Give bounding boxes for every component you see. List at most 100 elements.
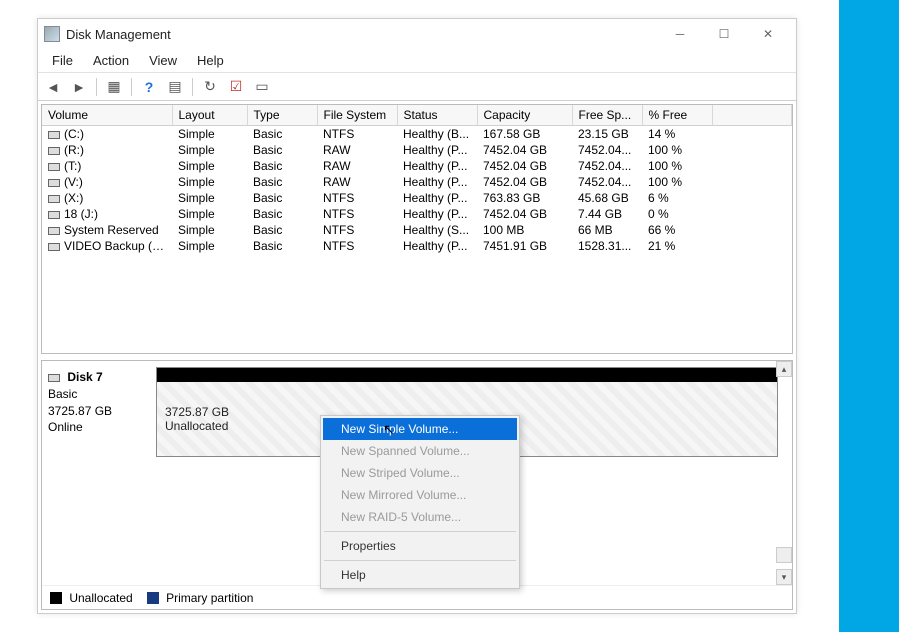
back-button[interactable]: ◄ — [42, 76, 64, 98]
refresh-icon[interactable]: ↻ — [199, 76, 221, 98]
menu-new-simple-volume[interactable]: New Simple Volume... — [323, 418, 517, 440]
volume-icon — [48, 211, 60, 219]
cell-pct: 21 % — [642, 238, 712, 254]
cell-free: 1528.31... — [572, 238, 642, 254]
tree-icon[interactable]: ▦ — [103, 76, 125, 98]
maximize-button[interactable]: ☐ — [702, 20, 746, 48]
menu-view[interactable]: View — [139, 50, 187, 71]
table-header-row: Volume Layout Type File System Status Ca… — [42, 105, 792, 126]
cell-volume: (R:) — [64, 143, 84, 157]
context-menu: New Simple Volume... New Spanned Volume.… — [320, 415, 520, 589]
volume-table: Volume Layout Type File System Status Ca… — [42, 105, 792, 254]
toggle-icon[interactable]: ☑ — [225, 76, 247, 98]
cell-volume: VIDEO Backup (K:) — [64, 239, 167, 253]
cell-fs: RAW — [317, 158, 397, 174]
cell-status: Healthy (P... — [397, 158, 477, 174]
cell-free: 7452.04... — [572, 158, 642, 174]
cell-free: 7452.04... — [572, 142, 642, 158]
cell-pct: 100 % — [642, 174, 712, 190]
help-icon[interactable]: ? — [138, 76, 160, 98]
table-row[interactable]: (X:)SimpleBasicNTFSHealthy (P...763.83 G… — [42, 190, 792, 206]
cell-status: Healthy (S... — [397, 222, 477, 238]
cell-status: Healthy (P... — [397, 174, 477, 190]
disk-label-block: Disk 7 Basic 3725.87 GB Online — [48, 367, 148, 457]
cell-fs: NTFS — [317, 126, 397, 143]
cell-layout: Simple — [172, 174, 247, 190]
volume-icon — [48, 179, 60, 187]
cell-capacity: 100 MB — [477, 222, 572, 238]
cell-type: Basic — [247, 222, 317, 238]
titlebar[interactable]: Disk Management ─ ☐ ✕ — [38, 19, 796, 49]
menu-action[interactable]: Action — [83, 50, 139, 71]
table-row[interactable]: VIDEO Backup (K:)SimpleBasicNTFSHealthy … — [42, 238, 792, 254]
cell-layout: Simple — [172, 142, 247, 158]
menu-help[interactable]: Help — [323, 564, 517, 586]
col-volume[interactable]: Volume — [42, 105, 172, 126]
swatch-primary-icon — [147, 592, 159, 604]
cell-pct: 14 % — [642, 126, 712, 143]
cell-capacity: 167.58 GB — [477, 126, 572, 143]
menu-help[interactable]: Help — [187, 50, 234, 71]
cell-status: Healthy (B... — [397, 126, 477, 143]
menu-new-striped-volume[interactable]: New Striped Volume... — [323, 462, 517, 484]
cell-layout: Simple — [172, 238, 247, 254]
cell-capacity: 7452.04 GB — [477, 206, 572, 222]
scroll-thumb[interactable] — [776, 547, 792, 563]
disk-header-bar — [157, 368, 777, 382]
col-filler — [712, 105, 792, 126]
forward-button[interactable]: ► — [68, 76, 90, 98]
col-type[interactable]: Type — [247, 105, 317, 126]
swatch-unallocated-icon — [50, 592, 62, 604]
disk-name: Disk 7 — [67, 370, 102, 384]
menu-file[interactable]: File — [42, 50, 83, 71]
legend-unallocated: Unallocated — [50, 591, 133, 605]
cell-status: Healthy (P... — [397, 190, 477, 206]
menu-new-mirrored-volume[interactable]: New Mirrored Volume... — [323, 484, 517, 506]
cell-capacity: 763.83 GB — [477, 190, 572, 206]
toolbar: ◄ ► ▦ ? ▤ ↻ ☑ ▭ — [38, 73, 796, 101]
close-button[interactable]: ✕ — [746, 20, 790, 48]
cell-volume: (C:) — [64, 127, 84, 141]
col-freespace[interactable]: Free Sp... — [572, 105, 642, 126]
cell-type: Basic — [247, 190, 317, 206]
cell-free: 45.68 GB — [572, 190, 642, 206]
action-icon[interactable]: ▭ — [251, 76, 273, 98]
volume-icon — [48, 227, 60, 235]
volume-table-area[interactable]: Volume Layout Type File System Status Ca… — [41, 104, 793, 354]
table-row[interactable]: (R:)SimpleBasicRAWHealthy (P...7452.04 G… — [42, 142, 792, 158]
cell-pct: 6 % — [642, 190, 712, 206]
cell-volume: 18 (J:) — [64, 207, 98, 221]
scroll-up-button[interactable]: ▴ — [776, 361, 792, 377]
menu-separator — [324, 531, 516, 532]
cell-volume: System Reserved — [64, 223, 159, 237]
table-row[interactable]: System ReservedSimpleBasicNTFSHealthy (S… — [42, 222, 792, 238]
table-row[interactable]: (C:)SimpleBasicNTFSHealthy (B...167.58 G… — [42, 126, 792, 143]
cell-type: Basic — [247, 142, 317, 158]
cell-fs: NTFS — [317, 238, 397, 254]
table-row[interactable]: (T:)SimpleBasicRAWHealthy (P...7452.04 G… — [42, 158, 792, 174]
cell-pct: 100 % — [642, 142, 712, 158]
col-layout[interactable]: Layout — [172, 105, 247, 126]
minimize-button[interactable]: ─ — [658, 20, 702, 48]
table-row[interactable]: (V:)SimpleBasicRAWHealthy (P...7452.04 G… — [42, 174, 792, 190]
disk-type: Basic — [48, 387, 77, 401]
legend-primary: Primary partition — [147, 591, 254, 605]
cell-type: Basic — [247, 174, 317, 190]
cell-fs: RAW — [317, 174, 397, 190]
cell-free: 7.44 GB — [572, 206, 642, 222]
cell-capacity: 7451.91 GB — [477, 238, 572, 254]
col-status[interactable]: Status — [397, 105, 477, 126]
menu-new-raid5-volume[interactable]: New RAID-5 Volume... — [323, 506, 517, 528]
table-row[interactable]: 18 (J:)SimpleBasicNTFSHealthy (P...7452.… — [42, 206, 792, 222]
cell-volume: (V:) — [64, 175, 83, 189]
cell-status: Healthy (P... — [397, 142, 477, 158]
scroll-down-button[interactable]: ▾ — [776, 569, 792, 585]
menu-properties[interactable]: Properties — [323, 535, 517, 557]
col-capacity[interactable]: Capacity — [477, 105, 572, 126]
cell-layout: Simple — [172, 190, 247, 206]
menu-new-spanned-volume[interactable]: New Spanned Volume... — [323, 440, 517, 462]
col-pctfree[interactable]: % Free — [642, 105, 712, 126]
app-icon — [44, 26, 60, 42]
properties-icon[interactable]: ▤ — [164, 76, 186, 98]
col-filesystem[interactable]: File System — [317, 105, 397, 126]
